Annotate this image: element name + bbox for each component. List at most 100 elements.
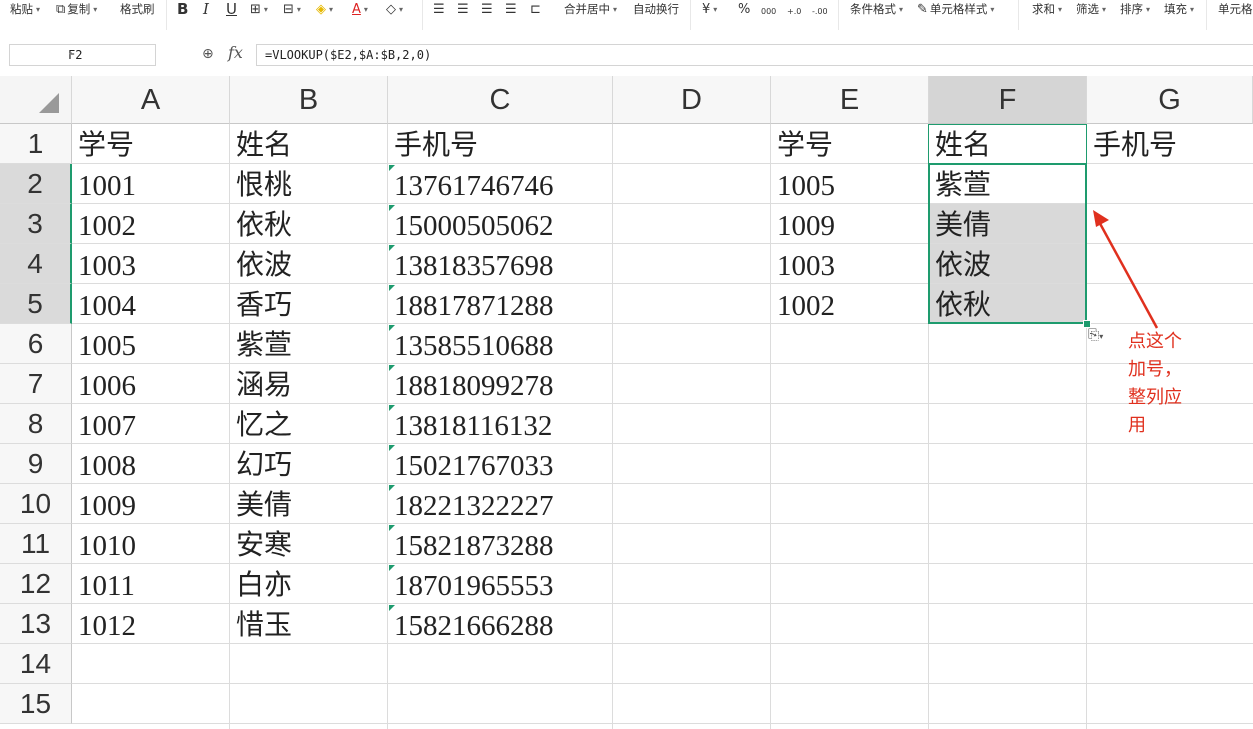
- cell-c5[interactable]: 18817871288: [388, 284, 613, 324]
- conditional-format-button[interactable]: 条件格式 ▾: [850, 0, 903, 18]
- cell-c2[interactable]: 13761746746: [388, 164, 613, 204]
- cell-b11[interactable]: 安寒: [230, 524, 388, 564]
- thousands-button[interactable]: 000: [761, 2, 776, 20]
- cell-style-button[interactable]: ✎ 单元格样式 ▾: [917, 0, 994, 18]
- column-header-e[interactable]: E: [771, 76, 929, 124]
- zoom-icon[interactable]: ⊕: [202, 46, 214, 62]
- cell-b4[interactable]: 依波: [230, 244, 388, 284]
- cell-g1[interactable]: 手机号: [1087, 124, 1253, 164]
- row-header-8[interactable]: 8: [0, 404, 72, 444]
- fill-style-button[interactable]: ⊟ ▾: [283, 0, 301, 18]
- paste-button[interactable]: 粘贴 ▾: [10, 0, 40, 18]
- align-right-button[interactable]: ☰: [481, 0, 493, 18]
- row-header-14[interactable]: 14: [0, 644, 72, 684]
- cell-c13[interactable]: 15821666288: [388, 604, 613, 644]
- row-header-12[interactable]: 12: [0, 564, 72, 604]
- cell-e4[interactable]: 1003: [771, 244, 929, 284]
- formula-input[interactable]: =VLOOKUP($E2,$A:$B,2,0): [256, 44, 1253, 66]
- fill-button[interactable]: 填充 ▾: [1164, 0, 1194, 18]
- cell-c12[interactable]: 18701965553: [388, 564, 613, 604]
- cell-b9[interactable]: 幻巧: [230, 444, 388, 484]
- cell-a8[interactable]: 1007: [72, 404, 230, 444]
- name-box[interactable]: F2 ▾: [9, 44, 156, 66]
- column-header-a[interactable]: A: [72, 76, 230, 124]
- cell-a11[interactable]: 1010: [72, 524, 230, 564]
- column-header-b[interactable]: B: [230, 76, 388, 124]
- copy-button[interactable]: ⧉ 复制 ▾: [56, 0, 97, 18]
- select-all-corner[interactable]: [0, 76, 72, 124]
- chevron-down-icon[interactable]: ▾: [68, 49, 151, 58]
- row-header-13[interactable]: 13: [0, 604, 72, 644]
- cell-c9[interactable]: 15021767033: [388, 444, 613, 484]
- fill-color-button[interactable]: ◈ ▾: [316, 0, 333, 18]
- merge-center-button[interactable]: 合并居中 ▾: [564, 0, 617, 18]
- border-button[interactable]: ⊞ ▾: [250, 0, 268, 18]
- cell-c4[interactable]: 13818357698: [388, 244, 613, 284]
- cell-b1[interactable]: 姓名: [230, 124, 388, 164]
- cell-b12[interactable]: 白亦: [230, 564, 388, 604]
- row-header-6[interactable]: 6: [0, 324, 72, 364]
- cell-a4[interactable]: 1003: [72, 244, 230, 284]
- cell-b7[interactable]: 涵易: [230, 364, 388, 404]
- cell-c6[interactable]: 13585510688: [388, 324, 613, 364]
- format-painter-button[interactable]: 格式刷: [120, 0, 155, 18]
- cell-c7[interactable]: 18818099278: [388, 364, 613, 404]
- currency-button[interactable]: ¥ ▾: [702, 0, 717, 18]
- cell-a2[interactable]: 1001: [72, 164, 230, 204]
- cell-a3[interactable]: 1002: [72, 204, 230, 244]
- cell-e1[interactable]: 学号: [771, 124, 929, 164]
- sum-button[interactable]: 求和 ▾: [1032, 0, 1062, 18]
- spreadsheet-grid[interactable]: 学号 1001 1002 1003 1004 1005 1006 1007 1008 1009 10…: [0, 76, 1253, 729]
- column-header-g[interactable]: G: [1087, 76, 1253, 124]
- sort-button[interactable]: 排序 ▾: [1120, 0, 1150, 18]
- justify-button[interactable]: ☰: [505, 0, 517, 18]
- column-header-c[interactable]: C: [388, 76, 613, 124]
- row-header-7[interactable]: 7: [0, 364, 72, 404]
- wrap-text-button[interactable]: 自动换行: [633, 0, 679, 18]
- fx-icon[interactable]: fx: [228, 43, 243, 62]
- row-header-11[interactable]: 11: [0, 524, 72, 564]
- row-header-15[interactable]: 15: [0, 684, 72, 724]
- cell-b10[interactable]: 美倩: [230, 484, 388, 524]
- cell-button[interactable]: 单元格: [1218, 0, 1253, 18]
- cell-b3[interactable]: 依秋: [230, 204, 388, 244]
- cell-a5[interactable]: 1004: [72, 284, 230, 324]
- cell-a12[interactable]: 1011: [72, 564, 230, 604]
- row-header-3[interactable]: 3: [0, 204, 72, 244]
- percent-button[interactable]: %: [738, 0, 750, 18]
- cell-c8[interactable]: 13818116132: [388, 404, 613, 444]
- column-header-f[interactable]: F: [929, 76, 1087, 124]
- cell-e3[interactable]: 1009: [771, 204, 929, 244]
- cell-c1[interactable]: 手机号: [388, 124, 613, 164]
- cell-a6[interactable]: 1005: [72, 324, 230, 364]
- cell-a9[interactable]: 1008: [72, 444, 230, 484]
- cell-a10[interactable]: 1009: [72, 484, 230, 524]
- font-color-button[interactable]: A ▾: [352, 0, 368, 18]
- underline-button[interactable]: U: [226, 0, 237, 18]
- bold-button[interactable]: B: [177, 0, 188, 18]
- cell-b8[interactable]: 忆之: [230, 404, 388, 444]
- increase-decimal-button[interactable]: +.0: [787, 2, 801, 20]
- cell-c11[interactable]: 15821873288: [388, 524, 613, 564]
- cell-a7[interactable]: 1006: [72, 364, 230, 404]
- cell-b13[interactable]: 惜玉: [230, 604, 388, 644]
- cell-e2[interactable]: 1005: [771, 164, 929, 204]
- cell-e5[interactable]: 1002: [771, 284, 929, 324]
- row-header-5[interactable]: 5: [0, 284, 72, 324]
- cell-b6[interactable]: 紫萱: [230, 324, 388, 364]
- distributed-button[interactable]: ⊏: [530, 0, 541, 18]
- clear-button[interactable]: ◇ ▾: [386, 0, 403, 18]
- column-header-d[interactable]: D: [613, 76, 771, 124]
- cell-a13[interactable]: 1012: [72, 604, 230, 644]
- cell-b2[interactable]: 恨桃: [230, 164, 388, 204]
- italic-button[interactable]: I: [203, 0, 209, 18]
- decrease-decimal-button[interactable]: -.00: [812, 2, 828, 20]
- align-center-button[interactable]: ☰: [457, 0, 469, 18]
- cell-a1[interactable]: 学号: [72, 124, 230, 164]
- row-header-2[interactable]: 2: [0, 164, 72, 204]
- row-header-4[interactable]: 4: [0, 244, 72, 284]
- row-header-1[interactable]: 1: [0, 124, 72, 164]
- cell-c3[interactable]: 15000505062: [388, 204, 613, 244]
- row-header-9[interactable]: 9: [0, 444, 72, 484]
- cell-c10[interactable]: 18221322227: [388, 484, 613, 524]
